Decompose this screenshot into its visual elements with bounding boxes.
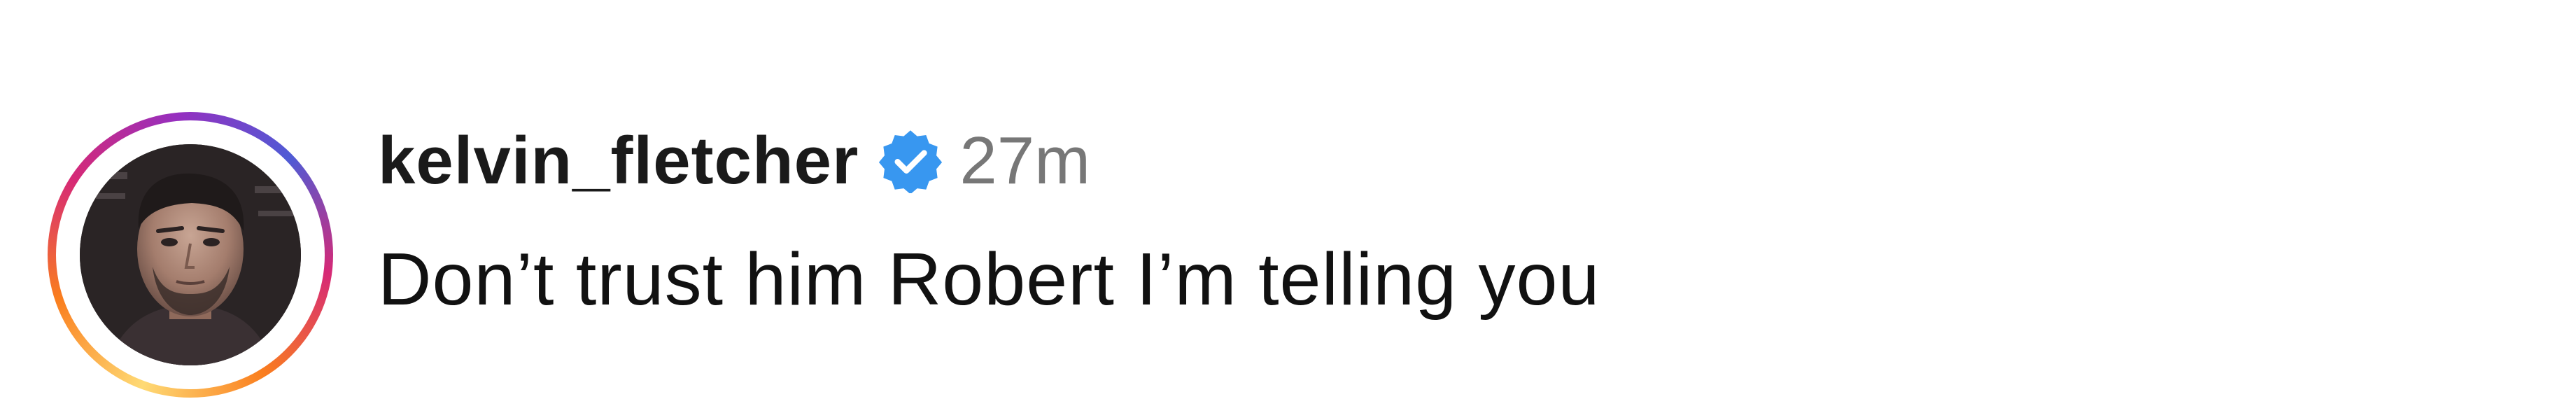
profile-photo-icon bbox=[80, 144, 301, 365]
comment-header: kelvin_fletcher 27m bbox=[378, 115, 1600, 206]
comment-text: Don’t trust him Robert I’m telling you bbox=[378, 238, 1600, 321]
comment-timestamp: 27m bbox=[959, 123, 1091, 198]
story-ring[interactable] bbox=[48, 112, 333, 398]
comment-row: kelvin_fletcher 27m Don’t trust him Robe… bbox=[0, 0, 2576, 420]
username-link[interactable]: kelvin_fletcher bbox=[378, 122, 859, 200]
comment-content: kelvin_fletcher 27m Don’t trust him Robe… bbox=[378, 115, 1600, 322]
verified-badge-icon bbox=[878, 129, 943, 193]
avatar[interactable] bbox=[80, 144, 301, 365]
